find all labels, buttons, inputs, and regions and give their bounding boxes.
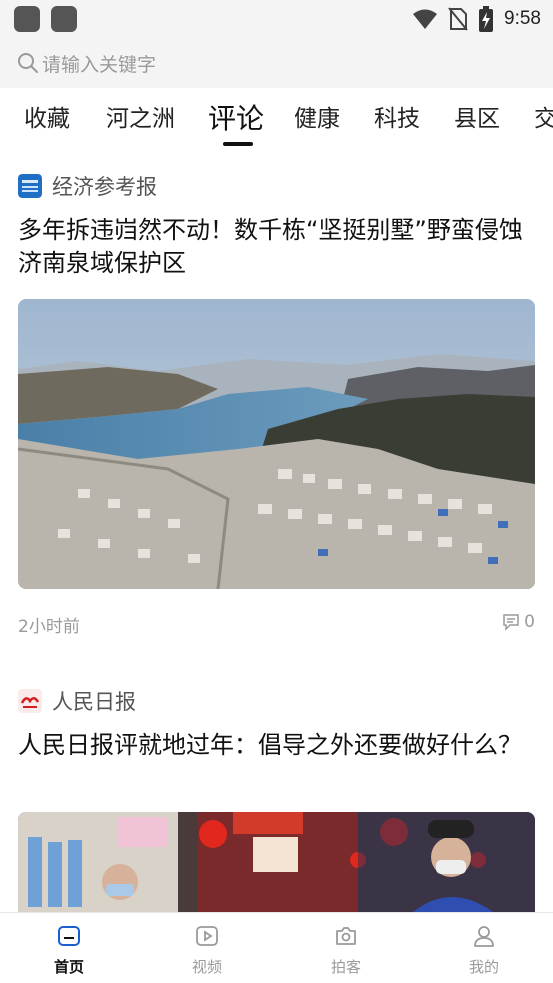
nav-paike[interactable]: 拍客 xyxy=(306,913,386,983)
clock: 9:58 xyxy=(504,8,541,29)
status-icons: 9:58 xyxy=(412,6,541,32)
tab-hezhizhou[interactable]: 河之洲 xyxy=(106,88,175,154)
bottom-navigation: 首页 视频 拍客 我的 xyxy=(0,912,553,983)
home-icon xyxy=(58,926,80,946)
status-bar: 9:58 xyxy=(0,0,553,38)
nav-label: 首页 xyxy=(53,958,84,976)
jingji-cankaobao-logo xyxy=(18,174,42,198)
profile-icon xyxy=(474,926,494,947)
app-icon xyxy=(14,6,40,32)
tab-favorites[interactable]: 收藏 xyxy=(24,88,70,154)
search-icon xyxy=(18,53,38,73)
comment-count[interactable]: 0 xyxy=(502,612,535,632)
video-icon xyxy=(196,926,218,946)
battery-charging-icon xyxy=(479,6,494,32)
article-cover-image[interactable] xyxy=(18,812,535,912)
supermarket-shoppers-photo xyxy=(18,812,535,912)
category-tabs: 收藏 河之洲 评论 健康 科技 县区 交 xyxy=(0,88,553,154)
nav-profile[interactable]: 我的 xyxy=(444,913,524,983)
article-title[interactable]: 多年拆违岿然不动！数千栋“坚挺别墅”野蛮侵蚀济南泉域保护区 xyxy=(18,214,538,280)
nav-home[interactable]: 首页 xyxy=(29,913,109,983)
tab-tech[interactable]: 科技 xyxy=(374,88,420,154)
search-bar[interactable]: 请输入关键字 xyxy=(0,38,553,88)
article-meta: 2小时前 0 xyxy=(18,612,535,637)
active-tab-indicator xyxy=(223,142,253,146)
source-row: 经济参考报 xyxy=(18,172,157,200)
tab-health[interactable]: 健康 xyxy=(294,88,340,154)
camera-icon xyxy=(336,927,356,945)
wifi-icon xyxy=(413,9,438,29)
article-title[interactable]: 人民日报评就地过年：倡导之外还要做好什么？ xyxy=(18,729,538,762)
renmin-ribao-logo xyxy=(18,689,42,713)
no-sim-icon xyxy=(448,7,468,31)
source-name: 经济参考报 xyxy=(52,175,157,199)
comment-icon xyxy=(503,614,519,631)
nav-video[interactable]: 视频 xyxy=(167,913,247,983)
app-icon xyxy=(51,6,77,32)
nav-label: 视频 xyxy=(191,958,222,976)
publish-time: 2小时前 xyxy=(18,617,80,637)
tab-traffic[interactable]: 交 xyxy=(534,88,553,154)
source-row: 人民日报 xyxy=(18,687,136,715)
article-cover-image[interactable] xyxy=(18,299,535,589)
nav-label: 我的 xyxy=(468,958,499,976)
search-placeholder[interactable]: 请输入关键字 xyxy=(42,50,156,77)
source-name: 人民日报 xyxy=(52,690,136,714)
tab-county[interactable]: 县区 xyxy=(454,88,500,154)
comment-count-value: 0 xyxy=(524,612,535,632)
aerial-reservoir-villas-photo xyxy=(18,299,535,589)
nav-label: 拍客 xyxy=(330,958,361,976)
